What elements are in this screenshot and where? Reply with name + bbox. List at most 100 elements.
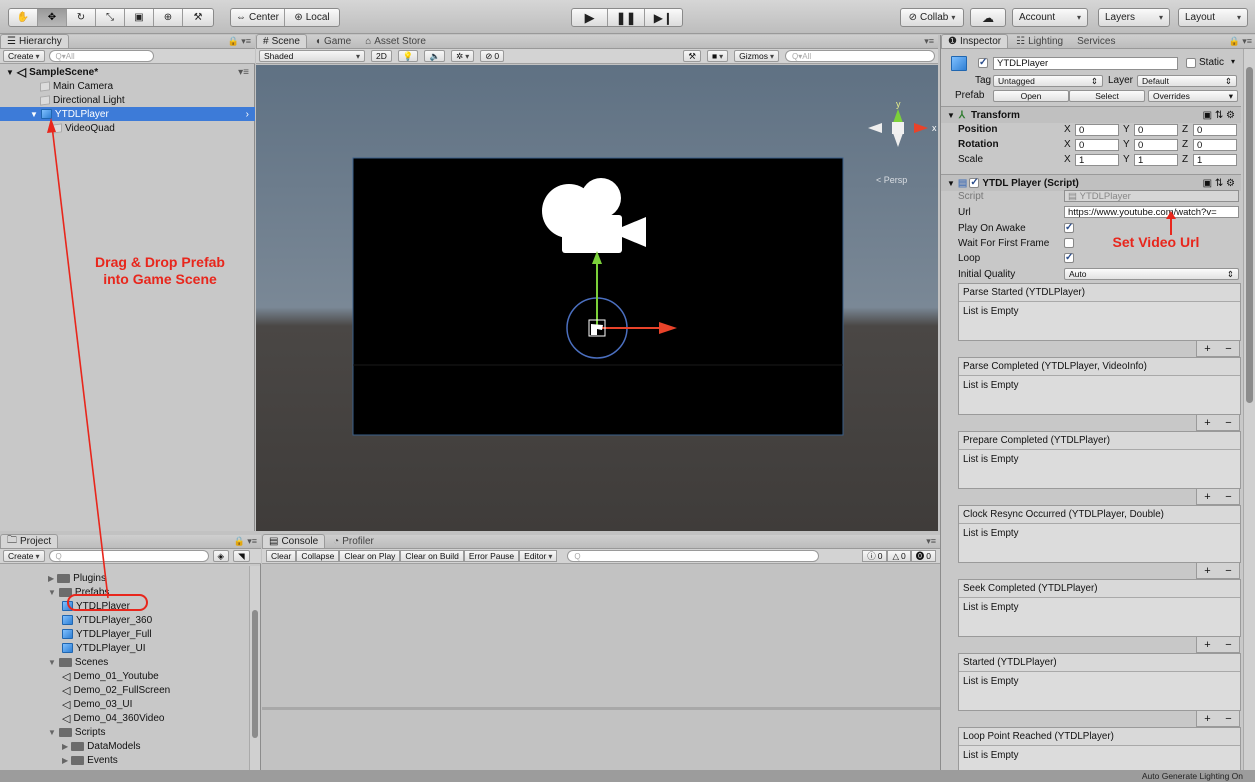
- filter-label-button[interactable]: ◥: [233, 550, 250, 562]
- transform-x-field[interactable]: 0: [1075, 139, 1119, 151]
- project-scrollbar[interactable]: [249, 566, 260, 770]
- console-detail-area[interactable]: [262, 710, 940, 770]
- event-list-body[interactable]: List is Empty: [959, 672, 1240, 710]
- event-list-body[interactable]: List is Empty: [959, 450, 1240, 488]
- project-item[interactable]: ▼ Scenes: [48, 655, 298, 669]
- add-listener-button[interactable]: +: [1204, 565, 1210, 577]
- foldout-open-icon[interactable]: ▼: [30, 110, 38, 119]
- scrollbar-thumb[interactable]: [252, 610, 258, 738]
- clear-button[interactable]: Clear: [266, 550, 297, 562]
- transform-z-field[interactable]: 1: [1193, 154, 1237, 166]
- transform-y-field[interactable]: 0: [1134, 139, 1178, 151]
- cloud-button[interactable]: ☁: [970, 8, 1006, 27]
- foldout-open-icon[interactable]: ▼: [947, 111, 955, 120]
- clear-on-build-toggle[interactable]: Clear on Build: [400, 550, 464, 562]
- tag-dropdown[interactable]: Untagged ⇕: [993, 75, 1103, 87]
- prefab-overrides-dropdown[interactable]: Overrides ▾: [1148, 90, 1238, 102]
- hidden-objects-toggle[interactable]: ⊘ 0: [480, 50, 505, 62]
- axis-z-label[interactable]: Z: [1182, 139, 1188, 150]
- transform-x-field[interactable]: 0: [1075, 124, 1119, 136]
- foldout-closed-icon[interactable]: ▶: [62, 756, 68, 765]
- panel-menu-icon[interactable]: 🔒 ▾≡: [1229, 36, 1252, 47]
- script-header[interactable]: ▼ ▤ ✓ YTDL Player (Script) ▣ ⇅ ⚙: [941, 174, 1241, 191]
- gizmos-dropdown[interactable]: Gizmos ▾: [734, 50, 779, 62]
- play-button[interactable]: ▶: [572, 9, 609, 26]
- step-button[interactable]: ▶❙: [645, 9, 682, 26]
- event-list-body[interactable]: List is Empty: [959, 598, 1240, 636]
- remove-listener-button[interactable]: −: [1225, 565, 1231, 577]
- warning-filter-toggle[interactable]: △ 0: [887, 550, 911, 562]
- scene-root-item[interactable]: ▼ ◁ SampleScene* ▾≡: [0, 65, 255, 79]
- foldout-open-icon[interactable]: ▼: [947, 179, 955, 188]
- wait-first-frame-checkbox[interactable]: [1064, 238, 1074, 248]
- component-menu-icon[interactable]: ▣ ⇅ ⚙: [1203, 110, 1235, 121]
- project-item[interactable]: ▶ Plugins: [48, 571, 298, 585]
- tab-scene[interactable]: # Scene: [256, 34, 307, 48]
- remove-listener-button[interactable]: −: [1225, 417, 1231, 429]
- tab-console[interactable]: ▤ Console: [262, 534, 326, 548]
- camera-dropdown[interactable]: ■ ▾: [707, 50, 729, 62]
- axis-z-label[interactable]: Z: [1182, 124, 1188, 135]
- initial-quality-dropdown[interactable]: Auto ⇕: [1064, 268, 1239, 280]
- account-dropdown[interactable]: Account ▾: [1012, 8, 1088, 27]
- effects-dropdown[interactable]: ✲ ▾: [451, 50, 475, 62]
- foldout-closed-icon[interactable]: ▶: [62, 742, 68, 751]
- tab-project[interactable]: 🗀 Project: [0, 534, 59, 548]
- axis-x-label[interactable]: X: [1064, 124, 1071, 135]
- active-checkbox[interactable]: ✓: [978, 58, 988, 68]
- layout-dropdown[interactable]: Layout ▾: [1178, 8, 1248, 27]
- 2d-toggle[interactable]: 2D: [371, 50, 392, 62]
- tab-asset-store[interactable]: ⌂ Asset Store: [359, 34, 432, 48]
- editor-dropdown[interactable]: Editor ▾: [519, 550, 558, 562]
- remove-listener-button[interactable]: −: [1225, 491, 1231, 503]
- scale-tool-icon[interactable]: ⤡: [96, 9, 125, 26]
- axis-z-label[interactable]: Z: [1182, 154, 1188, 165]
- tools-button[interactable]: ⚒: [683, 50, 702, 62]
- layers-dropdown[interactable]: Layers ▾: [1098, 8, 1170, 27]
- add-listener-button[interactable]: +: [1204, 343, 1210, 355]
- tab-inspector[interactable]: ❶ Inspector: [941, 34, 1009, 48]
- tab-services[interactable]: Services: [1071, 34, 1121, 48]
- audio-toggle[interactable]: 🔈: [424, 50, 446, 62]
- axis-y-label[interactable]: Y: [1123, 154, 1130, 165]
- error-filter-toggle[interactable]: ⓿0: [910, 550, 936, 562]
- add-listener-button[interactable]: +: [1204, 491, 1210, 503]
- panel-menu-icon[interactable]: ▾≡: [924, 36, 934, 47]
- space-local-button[interactable]: ⊛ Local: [285, 9, 339, 26]
- tab-hierarchy[interactable]: ☰ Hierarchy: [0, 34, 69, 48]
- static-dropdown-icon[interactable]: ▾: [1231, 57, 1235, 66]
- persp-label[interactable]: < Persp: [876, 175, 907, 185]
- transform-header[interactable]: ▼ ⅄ Transform ▣ ⇅ ⚙: [941, 106, 1241, 123]
- hierarchy-item[interactable]: Directional Light: [0, 93, 255, 107]
- remove-listener-button[interactable]: −: [1225, 639, 1231, 651]
- component-menu-icon[interactable]: ▣ ⇅ ⚙: [1203, 178, 1235, 189]
- axis-x-label[interactable]: X: [1064, 154, 1071, 165]
- scrollbar-thumb[interactable]: [1246, 67, 1253, 403]
- axis-x-label[interactable]: X: [1064, 139, 1071, 150]
- custom-tool-icon[interactable]: ⚒: [183, 9, 213, 26]
- foldout-open-icon[interactable]: ▼: [48, 728, 56, 737]
- remove-listener-button[interactable]: −: [1225, 343, 1231, 355]
- tab-profiler[interactable]: ◔ Profiler: [327, 534, 380, 548]
- hand-tool-icon[interactable]: ✋: [9, 9, 38, 26]
- error-pause-toggle[interactable]: Error Pause: [463, 550, 520, 562]
- static-checkbox[interactable]: [1186, 58, 1196, 68]
- log-filter-toggle[interactable]: ⓘ 0: [862, 550, 888, 562]
- hierarchy-item-selected[interactable]: ▼ YTDLPlayer ›: [0, 107, 255, 121]
- inspector-scrollbar[interactable]: [1243, 49, 1255, 770]
- create-button[interactable]: Create ▾: [3, 50, 45, 62]
- create-button[interactable]: Create ▾: [3, 550, 45, 562]
- pivot-center-button[interactable]: ⇔ Center: [231, 9, 285, 26]
- orientation-gizmo[interactable]: [868, 109, 928, 147]
- console-log-area[interactable]: [262, 565, 940, 705]
- rect-tool-icon[interactable]: ▣: [125, 9, 154, 26]
- scene-search-input[interactable]: Q▾All: [785, 50, 935, 62]
- prefab-open-button[interactable]: Open: [993, 90, 1069, 102]
- layer-dropdown[interactable]: Default ⇕: [1137, 75, 1237, 87]
- console-search-input[interactable]: Q: [567, 550, 820, 562]
- pause-button[interactable]: ❚❚: [608, 9, 645, 26]
- move-tool-icon[interactable]: ✥: [38, 9, 67, 26]
- play-on-awake-checkbox[interactable]: ✓: [1064, 223, 1074, 233]
- tab-game[interactable]: ◖ Game: [309, 34, 357, 48]
- add-listener-button[interactable]: +: [1204, 417, 1210, 429]
